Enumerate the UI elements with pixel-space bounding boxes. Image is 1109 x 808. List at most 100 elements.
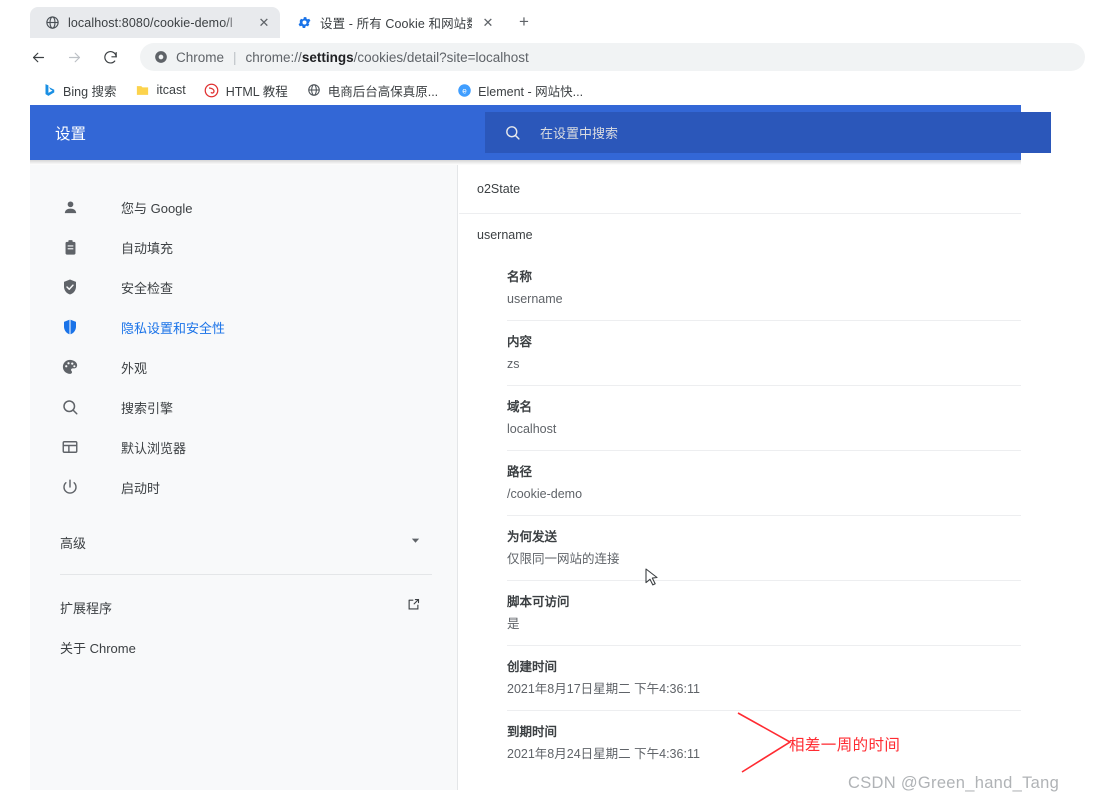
sidebar-item-label: 默认浏览器 [121, 440, 187, 456]
address-bar[interactable]: Chrome | chrome://settings/cookies/detai… [140, 43, 1085, 71]
cookie-field-label: 到期时间 [507, 725, 558, 739]
cookie-field-row: 域名 localhost [507, 386, 1021, 451]
annotation-label: 相差一周的时间 [789, 737, 901, 754]
browser-chrome: localhost:8080/cookie-demo/l ✕ 设置 - 所有 C… [0, 0, 1109, 38]
page-title: 设置 [55, 125, 87, 143]
browser-tab-0[interactable]: localhost:8080/cookie-demo/l ✕ [30, 7, 280, 38]
search-input[interactable]: 在设置中搜索 [540, 123, 618, 142]
cookie-field-value: /cookie-demo [507, 487, 583, 501]
globe-icon [306, 82, 322, 98]
sidebar-item-on-startup[interactable]: 启动时 [30, 467, 457, 507]
back-icon[interactable] [24, 43, 52, 71]
sidebar-item-autofill[interactable]: 自动填充 [30, 227, 457, 267]
cookie-field-row: 路径 /cookie-demo [507, 451, 1021, 516]
sidebar-item-label: 启动时 [121, 480, 161, 496]
omnibox-scheme-label: Chrome [176, 49, 225, 65]
sidebar-item-extensions[interactable]: 扩展程序 [30, 587, 457, 627]
cookie-field-row: 创建时间 2021年8月17日星期二 下午4:36:11 [507, 646, 1021, 711]
reload-icon[interactable] [96, 43, 124, 71]
page-viewport: 设置 在设置中搜索 您与 Google 自动填充 安全检查 隐私设置和安全性 外… [0, 105, 1109, 808]
cookie-field-row: 名称 username [507, 256, 1021, 321]
cookie-field-label: 为何发送 [507, 530, 558, 544]
cookie-field-row: 到期时间 2021年8月24日星期二 下午4:36:11 [507, 711, 1021, 775]
globe-icon [44, 15, 60, 31]
cookie-list-item[interactable]: o2State [459, 165, 1021, 214]
tab-title: 设置 - 所有 Cookie 和网站数据 [320, 17, 472, 31]
close-icon[interactable]: ✕ [256, 15, 272, 31]
person-icon [60, 197, 80, 217]
bookmark-item[interactable]: Bing 搜索 [34, 78, 124, 103]
watermark-label: CSDN @Green_hand_Tang [848, 774, 1060, 792]
cookie-field-label: 域名 [507, 400, 533, 414]
runoob-icon [204, 82, 220, 98]
sidebar-item-label: 安全检查 [121, 280, 174, 296]
cookie-detail-panel: o2State username 名称 username 内容 zs 域名 lo… [459, 165, 1021, 790]
sidebar-item-label: 您与 Google [121, 200, 193, 216]
element-icon: e [456, 82, 472, 98]
power-icon [60, 477, 80, 497]
sidebar-item-label: 搜索引擎 [121, 400, 174, 416]
sidebar-item-you-and-google[interactable]: 您与 Google [30, 187, 457, 227]
bookmark-label: 电商后台高保真原... [327, 84, 439, 99]
cookie-field-value: username [507, 292, 563, 306]
sidebar-item-label: 隐私设置和安全性 [121, 320, 226, 336]
sidebar-item-about-chrome[interactable]: 关于 Chrome [30, 627, 457, 667]
forward-icon[interactable] [60, 43, 88, 71]
cookie-list-item[interactable]: username [459, 214, 1021, 256]
external-link-icon[interactable] [406, 597, 421, 617]
settings-search-box[interactable]: 在设置中搜索 [485, 112, 1051, 153]
cookie-field-label: 名称 [507, 270, 533, 284]
cookie-field-label: 内容 [507, 335, 533, 349]
settings-sidebar: 您与 Google 自动填充 安全检查 隐私设置和安全性 外观 搜索引擎 默认浏… [30, 165, 458, 790]
bookmarks-bar: Bing 搜索 itcast HTML 教程 电商后台高保真原... e Ele… [0, 76, 1109, 104]
browser-icon [60, 437, 80, 457]
sidebar-item-default-browser[interactable]: 默认浏览器 [30, 427, 457, 467]
clipboard-icon [60, 237, 80, 257]
cookie-field-value: localhost [507, 422, 557, 436]
sidebar-item-appearance[interactable]: 外观 [30, 347, 457, 387]
cookie-field-label: 脚本可访问 [507, 595, 570, 609]
search-icon [60, 397, 80, 417]
bookmark-item[interactable]: HTML 教程 [197, 78, 295, 103]
bing-icon [41, 82, 57, 98]
cookie-field-value: zs [507, 357, 520, 371]
browser-toolbar: Chrome | chrome://settings/cookies/detai… [0, 38, 1109, 76]
chrome-icon [154, 50, 169, 65]
new-tab-button[interactable]: + [510, 8, 538, 36]
omnibox-url-path: /cookies/detail?site=localhost [353, 49, 529, 65]
tab-title: localhost:8080/cookie-demo/l [68, 15, 233, 30]
bookmark-label: Element - 网站快... [478, 84, 584, 99]
bookmark-item[interactable]: itcast [128, 79, 193, 101]
mouse-cursor-icon [645, 568, 659, 587]
cookie-field-list: 名称 username 内容 zs 域名 localhost 路径 /cooki… [459, 256, 1021, 775]
shield-icon [60, 317, 80, 337]
bookmark-label: Bing 搜索 [63, 84, 117, 99]
cookie-field-value: 是 [507, 617, 520, 631]
bookmark-item[interactable]: e Element - 网站快... [449, 78, 590, 103]
sidebar-item-privacy-and-security[interactable]: 隐私设置和安全性 [30, 307, 457, 347]
settings-header: 设置 在设置中搜索 [30, 105, 1051, 160]
cookie-field-row: 内容 zs [507, 321, 1021, 386]
bookmark-label: HTML 教程 [225, 84, 288, 99]
bookmark-label: itcast [156, 83, 186, 97]
sidebar-item-safety-check[interactable]: 安全检查 [30, 267, 457, 307]
folder-icon [135, 82, 151, 98]
cookie-field-label: 创建时间 [507, 660, 558, 674]
tab-strip: localhost:8080/cookie-demo/l ✕ 设置 - 所有 C… [0, 0, 1109, 38]
cookie-field-value: 仅限同一网站的连接 [507, 552, 620, 566]
sidebar-item-advanced[interactable]: 高级 [30, 522, 457, 562]
svg-text:e: e [462, 86, 467, 95]
sidebar-item-search-engine[interactable]: 搜索引擎 [30, 387, 457, 427]
palette-icon [60, 357, 80, 377]
cookie-field-row: 脚本可访问 是 [507, 581, 1021, 646]
sidebar-divider [60, 574, 432, 575]
cookie-field-value: 2021年8月17日星期二 下午4:36:11 [507, 682, 700, 696]
sidebar-item-label: 外观 [121, 360, 148, 376]
close-icon[interactable]: ✕ [480, 15, 496, 31]
omnibox-url-host: settings [301, 49, 354, 65]
gear-icon [296, 15, 312, 31]
browser-tab-1[interactable]: 设置 - 所有 Cookie 和网站数据 ✕ [282, 7, 504, 38]
bookmark-item[interactable]: 电商后台高保真原... [299, 78, 445, 103]
shield-check-icon [60, 277, 80, 297]
sidebar-item-label: 高级 [60, 535, 87, 551]
